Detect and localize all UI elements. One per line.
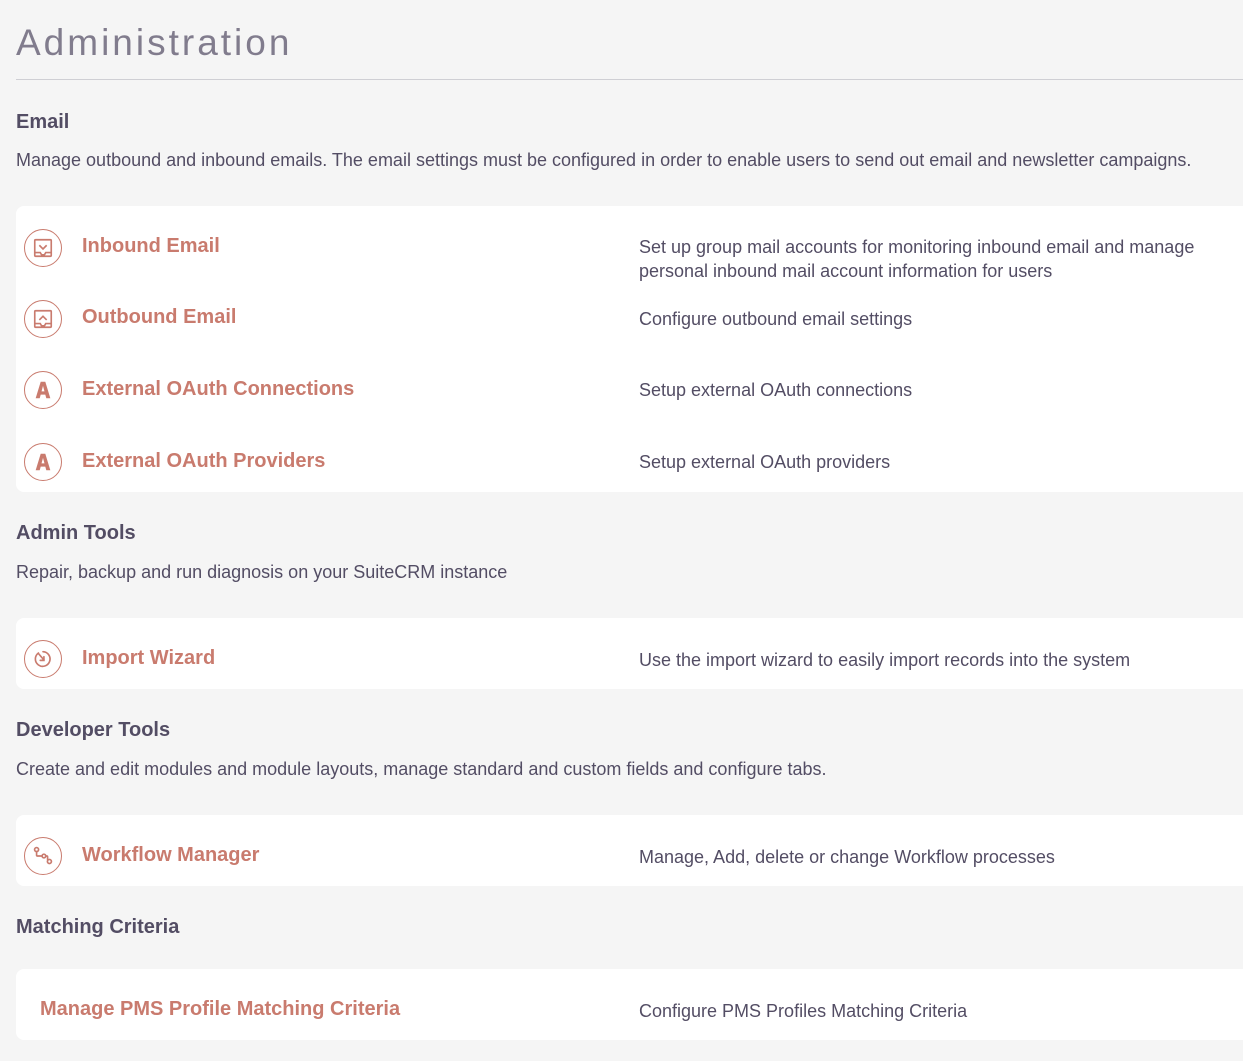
section-description-email: Manage outbound and inbound emails. The … bbox=[16, 150, 1192, 170]
pms-matching-criteria-description: Configure PMS Profiles Matching Criteria bbox=[639, 1001, 968, 1021]
outbound-email-link[interactable]: Outbound Email bbox=[82, 306, 236, 329]
oauth-providers-link[interactable]: External OAuth Providers bbox=[82, 450, 325, 473]
section-title-email: Email bbox=[16, 111, 70, 133]
oauth-providers-description: Setup external OAuth providers bbox=[639, 452, 891, 472]
page-title: Administration bbox=[16, 22, 293, 63]
pms-matching-criteria-link[interactable]: Manage PMS Profile Matching Criteria bbox=[40, 998, 400, 1021]
section-description-admin-tools: Repair, backup and run diagnosis on your… bbox=[16, 562, 508, 582]
section-title-matching-criteria: Matching Criteria bbox=[16, 916, 180, 938]
section-title-developer-tools: Developer Tools bbox=[16, 719, 171, 741]
import-wizard-icon[interactable] bbox=[24, 640, 62, 678]
oauth-providers-icon[interactable] bbox=[24, 443, 62, 481]
workflow-manager-link[interactable]: Workflow Manager bbox=[82, 844, 259, 867]
title-divider bbox=[16, 79, 1243, 80]
admin-tools-panel: Import Wizard Use the import wizard to e… bbox=[16, 618, 1243, 689]
workflow-manager-description: Manage, Add, delete or change Workflow p… bbox=[639, 847, 1055, 867]
section-title-admin-tools: Admin Tools bbox=[16, 522, 136, 544]
oauth-connections-icon[interactable] bbox=[24, 371, 62, 409]
import-wizard-link[interactable]: Import Wizard bbox=[82, 647, 215, 670]
inbound-email-icon[interactable] bbox=[24, 229, 62, 267]
inbound-email-link[interactable]: Inbound Email bbox=[82, 235, 220, 258]
oauth-connections-description: Setup external OAuth connections bbox=[639, 380, 913, 400]
matching-criteria-panel: Manage PMS Profile Matching Criteria Con… bbox=[16, 969, 1243, 1040]
outbound-email-description: Configure outbound email settings bbox=[639, 309, 913, 329]
import-wizard-description: Use the import wizard to easily import r… bbox=[639, 650, 1131, 670]
inbound-email-description: Set up group mail accounts for monitorin… bbox=[639, 237, 1195, 281]
section-description-developer-tools: Create and edit modules and module layou… bbox=[16, 759, 827, 779]
developer-tools-panel: Workflow Manager Manage, Add, delete or … bbox=[16, 815, 1243, 886]
workflow-icon[interactable] bbox=[24, 837, 62, 875]
outbound-email-icon[interactable] bbox=[24, 300, 62, 338]
email-panel: Inbound Email Set up group mail accounts… bbox=[16, 206, 1243, 492]
oauth-connections-link[interactable]: External OAuth Connections bbox=[82, 378, 354, 401]
